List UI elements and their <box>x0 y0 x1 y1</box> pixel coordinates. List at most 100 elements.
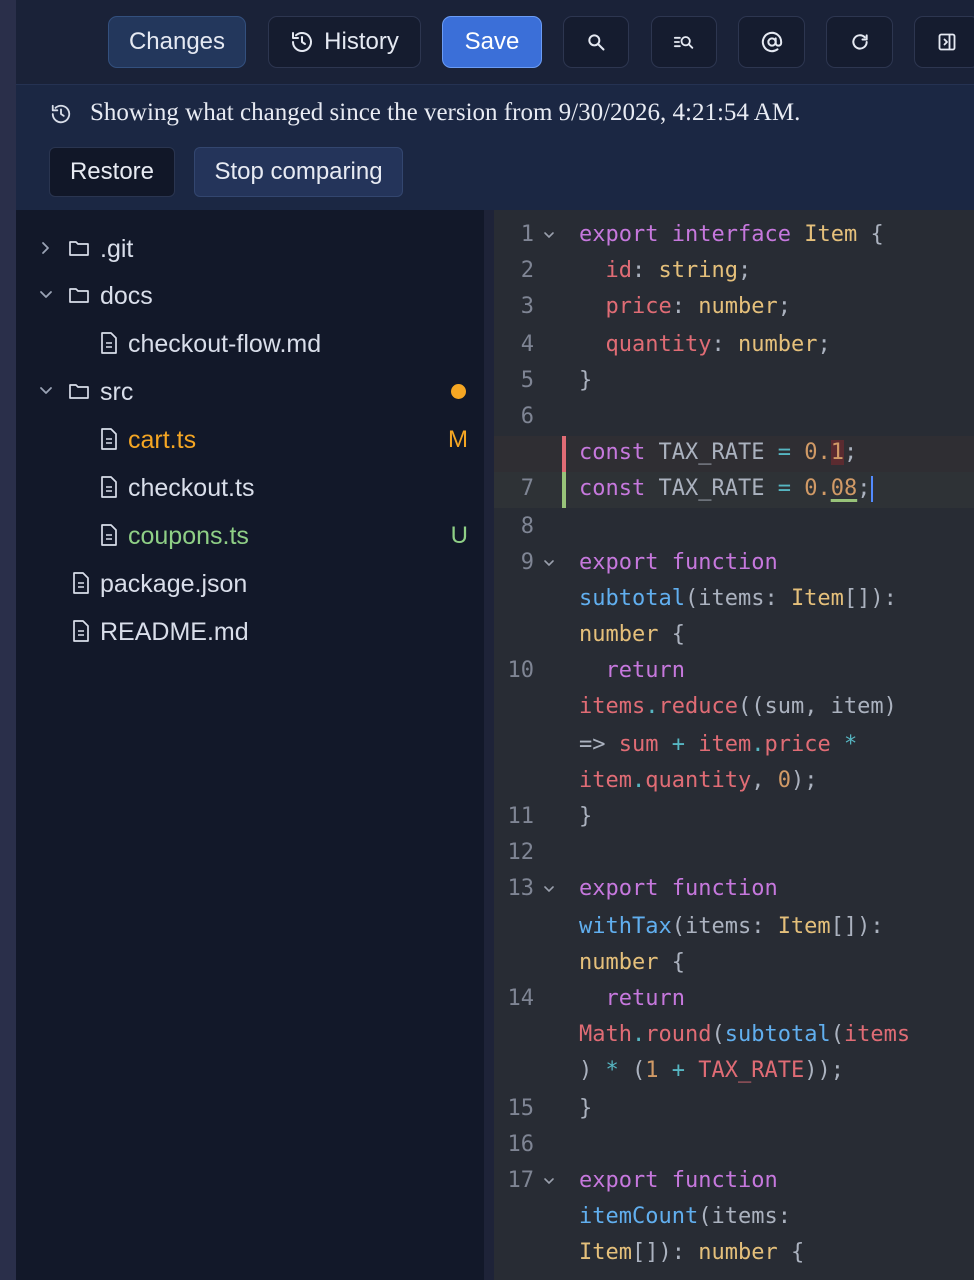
tree-label: package.json <box>100 570 248 598</box>
chevron-right-icon <box>42 242 49 254</box>
tree-file-checkout[interactable]: checkout.ts <box>16 463 484 511</box>
line-number: 9 <box>520 550 534 575</box>
chevron-down-icon <box>40 291 52 298</box>
line-number: 3 <box>520 294 534 319</box>
code-line: 1 export interface Item { <box>494 218 974 254</box>
line-number: 17 <box>507 1168 535 1193</box>
search-icon <box>586 32 606 52</box>
line-number: 16 <box>507 1132 535 1157</box>
tree-folder-git[interactable]: .git <box>16 224 484 272</box>
tree-file-package[interactable]: package.json <box>16 559 484 607</box>
left-rail <box>0 0 16 1280</box>
tree-file-checkout-flow[interactable]: checkout-flow.md <box>16 319 484 367</box>
fold-chevron-icon[interactable] <box>542 556 556 570</box>
code-line-wrap: Item[]): number { <box>579 1240 805 1265</box>
line-number: 15 <box>507 1096 535 1121</box>
code-line: 10 return <box>494 654 974 690</box>
code-line-wrap: Math.round(subtotal(items <box>579 1022 911 1047</box>
file-icon <box>101 524 117 546</box>
tree-file-readme[interactable]: README.md <box>16 607 484 655</box>
line-number: 2 <box>520 258 534 283</box>
tree-label: checkout.ts <box>128 474 255 502</box>
code-line-wrap: itemCount(items: <box>579 1204 791 1229</box>
compare-banner: Showing what changed since the version f… <box>16 84 974 210</box>
file-tree: .git docs checkout-flow.md src cart.ts M… <box>16 210 484 1280</box>
code-line: 12 <box>494 836 974 872</box>
tree-file-cart[interactable]: cart.ts M <box>16 415 484 463</box>
added-line: 7 const TAX_RATE = 0.08; <box>494 472 974 508</box>
file-icon <box>101 476 117 498</box>
history-icon <box>290 30 314 54</box>
line-number: 10 <box>507 658 535 683</box>
tree-folder-src[interactable]: src <box>16 367 484 415</box>
tree-label: README.md <box>100 618 249 646</box>
search-text-button[interactable] <box>651 16 717 68</box>
tree-label: coupons.ts <box>128 522 249 550</box>
code-line-wrap: items.reduce((sum, item) <box>579 694 897 719</box>
tree-label: src <box>100 378 134 406</box>
code-line: 11 } <box>494 800 974 836</box>
code-line-wrap: withTax(items: Item[]): <box>579 914 884 939</box>
line-number: 7 <box>520 476 534 501</box>
code-line: 6 <box>494 400 974 436</box>
restore-button-label: Restore <box>69 158 155 185</box>
code-line: 17 export function <box>494 1164 974 1200</box>
deleted-line: const TAX_RATE = 0.1; <box>494 436 974 472</box>
save-button[interactable]: Save <box>442 16 542 68</box>
line-number: 13 <box>507 876 535 901</box>
refresh-button[interactable] <box>826 16 893 68</box>
code-line: 16 <box>494 1128 974 1164</box>
restore-button[interactable]: Restore <box>49 147 175 197</box>
code-line-wrap: ) * (1 + TAX_RATE)); <box>579 1058 844 1083</box>
fold-chevron-icon[interactable] <box>542 1174 556 1188</box>
search-button[interactable] <box>563 16 629 68</box>
code-editor[interactable]: 1 export interface Item { 2 id: string; … <box>494 210 974 1280</box>
line-number: 5 <box>520 368 534 393</box>
fold-chevron-icon[interactable] <box>542 228 556 242</box>
line-number: 12 <box>507 840 535 865</box>
line-number: 4 <box>520 332 534 357</box>
code-line: 5 } <box>494 364 974 400</box>
folder-icon <box>69 384 89 399</box>
fold-chevron-icon[interactable] <box>542 882 556 896</box>
mention-button[interactable] <box>738 16 805 68</box>
line-number: 6 <box>520 404 534 429</box>
changes-button-label: Changes <box>128 28 226 55</box>
save-button-label: Save <box>464 28 520 55</box>
code-line-wrap: => sum + item.price * <box>579 732 858 757</box>
toolbar: Changes History Save <box>16 0 974 84</box>
line-number: 1 <box>520 222 534 247</box>
text-search-icon <box>673 32 695 52</box>
folder-icon <box>69 241 89 256</box>
status-badge: M <box>448 426 468 453</box>
tree-file-coupons[interactable]: coupons.ts U <box>16 511 484 559</box>
at-sign-icon <box>761 31 783 53</box>
line-number: 11 <box>507 804 535 829</box>
code-line-wrap: item.quantity, 0); <box>579 768 818 793</box>
code-line: 15 } <box>494 1092 974 1128</box>
code-line: 13 export function <box>494 872 974 908</box>
history-button[interactable]: History <box>268 16 421 68</box>
file-icon <box>73 620 89 642</box>
panel-icon <box>937 32 957 52</box>
line-number: 14 <box>507 986 535 1011</box>
added-line-marker <box>562 472 566 508</box>
code-line: 2 id: string; <box>494 254 974 290</box>
tree-label: cart.ts <box>128 426 197 454</box>
refresh-icon <box>850 32 870 52</box>
changes-button[interactable]: Changes <box>108 16 246 68</box>
code-line-wrap: subtotal(items: Item[]): <box>579 586 897 611</box>
tree-label: checkout-flow.md <box>128 330 322 358</box>
file-icon <box>73 572 89 594</box>
file-icon <box>101 332 117 354</box>
stop-comparing-button[interactable]: Stop comparing <box>194 147 403 197</box>
code-line-wrap: number { <box>579 950 685 975</box>
file-icon <box>101 428 117 450</box>
tree-folder-docs[interactable]: docs <box>16 271 484 319</box>
deleted-line-marker <box>562 436 566 472</box>
panel-resize-handle[interactable] <box>484 210 494 1280</box>
history-button-label: History <box>324 28 399 55</box>
code-line: 8 <box>494 510 974 546</box>
code-line: 4 quantity: number; <box>494 328 974 364</box>
toggle-panel-button[interactable] <box>914 16 974 68</box>
